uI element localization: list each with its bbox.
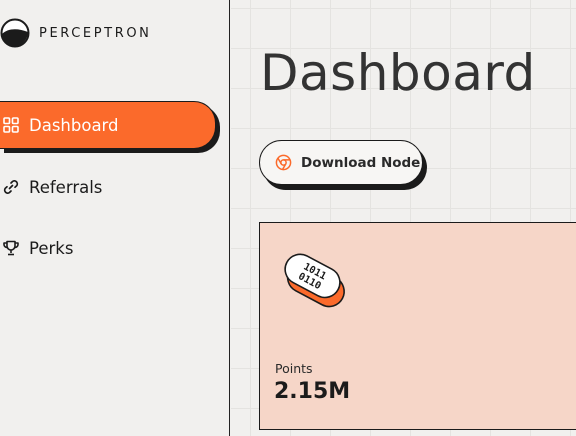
page-title: Dashboard [260,44,536,102]
sidebar-item-label: Dashboard [29,115,119,135]
download-node-label: Download Node [301,154,421,171]
brand-logo[interactable]: PERCEPTRON [0,18,152,48]
trophy-icon [2,239,20,257]
sidebar-item-label: Perks [29,238,74,258]
points-label: Points [275,361,313,376]
sidebar-item-perks[interactable]: Perks [0,224,73,272]
link-icon [2,178,20,196]
sidebar-item-label: Referrals [29,177,103,197]
sidebar-item-referrals[interactable]: Referrals [0,163,102,211]
download-node-button[interactable]: Download Node [259,140,423,185]
binary-chip-icon: 1011 0110 [284,253,345,308]
perceptron-logo-icon [0,18,30,48]
brand-name: PERCEPTRON [39,25,152,41]
points-card: 1011 0110 Points 2.15M [259,222,576,430]
sidebar-item-dashboard[interactable]: Dashboard [0,101,216,149]
grid-icon [2,116,20,134]
chrome-icon [275,154,292,171]
main-content: Dashboard Download Node 1011 0110 Points… [231,0,576,436]
sidebar: PERCEPTRON Dashboard Referrals Perks [0,0,230,436]
points-value: 2.15M [274,379,351,404]
